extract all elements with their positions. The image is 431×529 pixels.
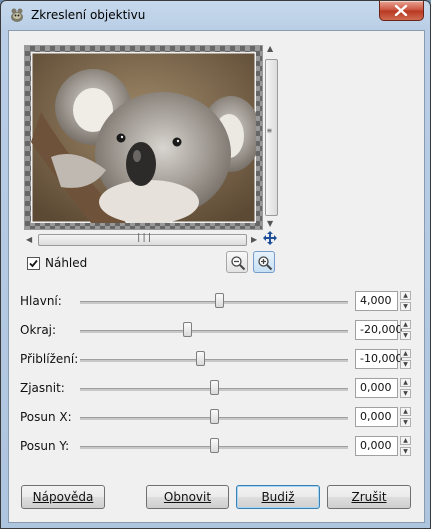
spin-buttons[interactable]: ▲ ▼ [400,349,411,369]
reset-button-label: Obnovit [163,490,212,504]
slider-handle[interactable] [182,322,192,337]
slider-handle[interactable] [209,438,219,453]
slider-row-zjasnit: Zjasnit: 0,000 ▲ ▼ [9,377,424,401]
preview-horizontal-scrollbar[interactable]: ◀ ||| ▶ [24,233,261,246]
slider-row-hlavni: Hlavní: 4,000 ▲ ▼ [9,290,424,314]
slider-label: Posun X: [20,410,72,424]
slider-track[interactable] [80,330,348,333]
spin-buttons[interactable]: ▲ ▼ [400,320,411,340]
spin-buttons[interactable]: ▲ ▼ [400,378,411,398]
preview-checkbox[interactable] [27,257,40,270]
spin-up-icon[interactable]: ▲ [400,291,411,300]
slider-handle[interactable] [209,409,219,424]
grip-icon: ||| [136,233,153,243]
koala-preview-image [31,52,256,223]
spin-up-icon[interactable]: ▲ [400,436,411,445]
scroll-up-arrow-icon[interactable]: ▲ [267,45,273,53]
value-input[interactable]: -10,000 [355,349,402,369]
scroll-down-arrow-icon[interactable]: ▼ [267,220,273,228]
preview-vertical-scrollbar[interactable]: ▲ ≡ ▼ [265,45,278,228]
slider-row-posun-y: Posun Y: 0,000 ▲ ▼ [9,435,424,459]
window-title: Zkreslení objektivu [31,8,146,22]
spin-buttons[interactable]: ▲ ▼ [400,436,411,456]
help-button-label: Nápověda [32,490,94,504]
preview-checkbox-label[interactable]: Náhled [45,256,87,270]
spin-down-icon[interactable]: ▼ [400,331,411,340]
horizontal-scroll-thumb[interactable]: ||| [38,233,247,246]
value-input[interactable]: 4,000 [355,291,398,311]
zoom-in-icon [258,256,273,271]
preview-area[interactable] [24,45,263,230]
slider-track[interactable] [80,359,348,362]
slider-row-posun-x: Posun X: 0,000 ▲ ▼ [9,406,424,430]
zoom-out-icon [231,256,246,271]
value-input[interactable]: -20,000 [355,320,402,340]
spin-buttons[interactable]: ▲ ▼ [400,407,411,427]
checkmark-icon [29,259,38,268]
zoom-in-button[interactable] [253,251,275,273]
reset-button[interactable]: Obnovit [146,485,229,509]
vertical-scroll-thumb[interactable]: ≡ [265,59,278,216]
slider-label: Zjasnit: [20,381,65,395]
ok-button[interactable]: Budiž [236,485,320,509]
grip-icon: ≡ [267,126,272,135]
cancel-button[interactable]: Zrušit [327,485,411,509]
slider-row-okraj: Okraj: -20,000 ▲ ▼ [9,319,424,343]
spin-down-icon[interactable]: ▼ [400,447,411,456]
slider-label: Okraj: [20,323,57,337]
ok-button-label: Budiž [261,490,295,504]
title-bar[interactable]: Zkreslení objektivu [1,1,430,29]
spin-down-icon[interactable]: ▼ [400,302,411,311]
scroll-right-arrow-icon[interactable]: ▶ [251,236,257,244]
slider-handle[interactable] [214,293,224,308]
slider-row-priblizeni: Přiblížení: -10,000 ▲ ▼ [9,348,424,372]
dialog-body: ▲ ≡ ▼ ◀ ||| ▶ Náhled Hlavní: 4,000 ▲ ▼ O… [8,30,425,523]
slider-handle[interactable] [196,351,206,366]
spin-down-icon[interactable]: ▼ [400,418,411,427]
close-icon [394,5,408,16]
scroll-left-arrow-icon[interactable]: ◀ [26,236,32,244]
slider-label: Hlavní: [20,294,62,308]
spin-up-icon[interactable]: ▲ [400,320,411,329]
gimp-icon [11,8,23,22]
value-input[interactable]: 0,000 [355,436,398,456]
spin-up-icon[interactable]: ▲ [400,378,411,387]
slider-label: Přiblížení: [20,352,79,366]
value-input[interactable]: 0,000 [355,407,398,427]
slider-label: Posun Y: [20,439,70,453]
spin-buttons[interactable]: ▲ ▼ [400,291,411,311]
navigate-move-icon[interactable] [262,230,278,246]
spin-up-icon[interactable]: ▲ [400,349,411,358]
spin-down-icon[interactable]: ▼ [400,360,411,369]
slider-handle[interactable] [209,380,219,395]
close-button[interactable] [379,1,424,21]
zoom-out-button[interactable] [226,251,248,273]
dialog-window: Zkreslení objektivu ▲ ≡ ▼ ◀ ||| ▶ Náhled… [0,0,431,529]
spin-down-icon[interactable]: ▼ [400,389,411,398]
value-input[interactable]: 0,000 [355,378,398,398]
cancel-button-label: Zrušit [351,490,387,504]
spin-up-icon[interactable]: ▲ [400,407,411,416]
help-button[interactable]: Nápověda [21,485,105,509]
